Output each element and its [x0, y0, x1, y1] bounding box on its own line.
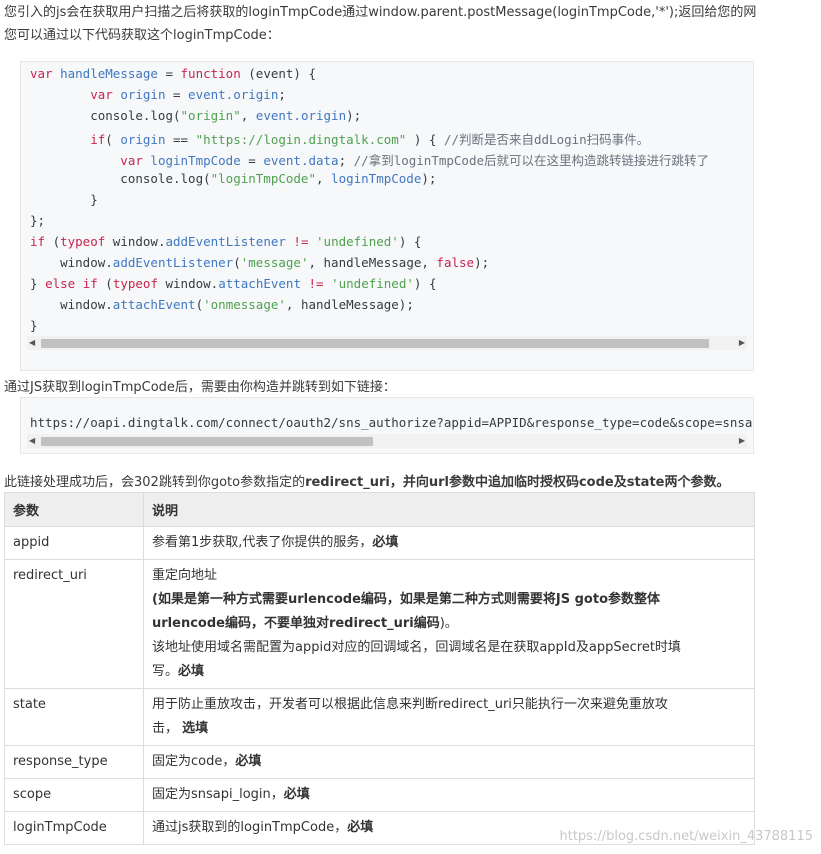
- code-line: var handleMessage = function (event) {: [30, 66, 317, 81]
- table-row: scope 固定为snsapi_login，必填: [4, 778, 755, 812]
- param-cell: appid: [4, 526, 144, 560]
- desc-cell: 固定为snsapi_login，必填: [143, 778, 755, 812]
- watermark: https://blog.csdn.net/weixin_43788115: [559, 829, 813, 844]
- code-line: }: [30, 192, 98, 207]
- table-header-row: 参数 说明: [4, 492, 755, 527]
- horizontal-scrollbar[interactable]: ◀ ▶: [27, 336, 747, 350]
- code-line: var loginTmpCode = event.data; //拿到login…: [30, 153, 710, 168]
- desc-cell: 用于防止重放攻击，开发者可以根据此信息来判断redirect_uri只能执行一次…: [143, 688, 755, 746]
- code-line: window.addEventListener('message', handl…: [30, 255, 490, 270]
- scroll-right-icon[interactable]: ▶: [739, 336, 745, 350]
- scroll-thumb[interactable]: [41, 437, 373, 446]
- header-param: 参数: [4, 492, 144, 527]
- desc-cell: 固定为code，必填: [143, 745, 755, 779]
- scroll-right-icon[interactable]: ▶: [739, 434, 745, 448]
- code-block-url: https://oapi.dingtalk.com/connect/oauth2…: [20, 397, 754, 454]
- scroll-thumb[interactable]: [41, 339, 709, 348]
- code-line: var origin = event.origin;: [30, 87, 286, 102]
- js-heading: 通过JS获取到loginTmpCode后，需要由你构造并跳转到如下链接：: [4, 380, 396, 395]
- code-line: window.attachEvent('onmessage', handleMe…: [30, 297, 414, 312]
- param-cell: redirect_uri: [4, 559, 144, 689]
- code-line: }: [30, 318, 38, 333]
- intro-line-1: 您引入的js会在获取用户扫描之后将获取的loginTmpCode通过window…: [4, 5, 757, 20]
- intro-line-2: 您可以通过以下代码获取这个loginTmpCode：: [4, 28, 280, 43]
- code-line: } else if (typeof window.attachEvent != …: [30, 276, 437, 291]
- code-block-js: var handleMessage = function (event) { v…: [20, 61, 754, 371]
- desc-cell: 重定向地址 (如果是第一种方式需要urlencode编码，如果是第二种方式则需要将…: [143, 559, 755, 689]
- code-line: if (typeof window.addEventListener != 'u…: [30, 234, 422, 249]
- header-desc: 说明: [143, 492, 755, 527]
- param-cell: scope: [4, 778, 144, 812]
- code-line: console.log("origin", event.origin);: [30, 108, 362, 123]
- code-line: };: [30, 213, 46, 228]
- param-cell: state: [4, 688, 144, 746]
- redirect-note: 此链接处理成功后，会302跳转到你goto参数指定的redirect_uri，并…: [4, 475, 730, 490]
- table-row: appid 参看第1步获取,代表了你提供的服务，必填: [4, 526, 755, 560]
- url-code-line: https://oapi.dingtalk.com/connect/oauth2…: [30, 415, 753, 430]
- params-table: 参数 说明 appid 参看第1步获取,代表了你提供的服务，必填 redirect_…: [4, 492, 755, 845]
- table-row: state 用于防止重放攻击，开发者可以根据此信息来判断redirect_uri只…: [4, 688, 755, 746]
- scroll-left-icon[interactable]: ◀: [29, 434, 35, 448]
- param-cell: response_type: [4, 745, 144, 779]
- table-row: response_type 固定为code，必填: [4, 745, 755, 779]
- horizontal-scrollbar-url[interactable]: ◀ ▶: [27, 434, 747, 448]
- code-line: console.log("loginTmpCode", loginTmpCode…: [30, 171, 437, 186]
- param-cell: loginTmpCode: [4, 811, 144, 845]
- desc-cell: 参看第1步获取,代表了你提供的服务，必填: [143, 526, 755, 560]
- table-row: redirect_uri 重定向地址 (如果是第一种方式需要urlencode编码，…: [4, 559, 755, 689]
- code-line: if( origin == "https://login.dingtalk.co…: [30, 132, 650, 147]
- scroll-left-icon[interactable]: ◀: [29, 336, 35, 350]
